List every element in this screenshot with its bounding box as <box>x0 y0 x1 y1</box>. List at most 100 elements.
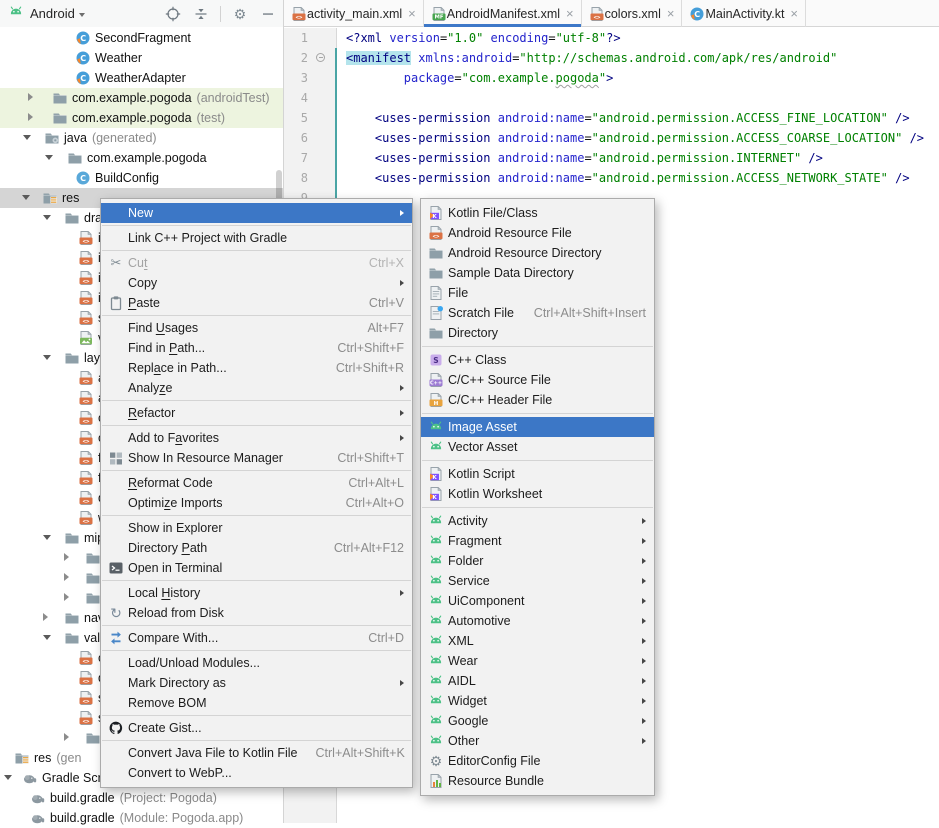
chevron-collapsed-icon[interactable] <box>28 113 33 121</box>
tree-row-build-gradle-38[interactable]: build.gradle(Project: Pogoda) <box>0 788 283 808</box>
submenu-item-other[interactable]: Other <box>421 731 654 751</box>
tab-colors-xml[interactable]: <>colors.xml× <box>582 0 683 27</box>
close-icon[interactable]: × <box>790 7 798 20</box>
context-menu-item-optimize-imports[interactable]: Optimize ImportsCtrl+Alt+O <box>101 493 412 513</box>
tree-row-com-example-pogoda-3[interactable]: com.example.pogoda(androidTest) <box>0 88 283 108</box>
close-icon[interactable]: × <box>667 7 675 20</box>
submenu-item-kotlin-worksheet[interactable]: KKotlin Worksheet <box>421 484 654 504</box>
context-menu-item-cut[interactable]: ✂CutCtrl+X <box>101 253 412 273</box>
close-icon[interactable]: × <box>566 7 574 20</box>
submenu-item-service[interactable]: Service <box>421 571 654 591</box>
collapse-all-icon[interactable] <box>192 5 210 23</box>
chevron-expanded-icon[interactable] <box>43 635 51 640</box>
submenu-item-android-resource-directory[interactable]: Android Resource Directory <box>421 243 654 263</box>
context-menu-item-replace-in-path[interactable]: Replace in Path...Ctrl+Shift+R <box>101 358 412 378</box>
context-menu-item-directory-path[interactable]: Directory PathCtrl+Alt+F12 <box>101 538 412 558</box>
context-menu-item-link-c-project-with-gradle[interactable]: Link C++ Project with Gradle <box>101 228 412 248</box>
chevron-expanded-icon[interactable] <box>43 215 51 220</box>
tree-row-build-gradle-39[interactable]: build.gradle(Module: Pogoda.app) <box>0 808 283 828</box>
context-menu-item-find-in-path[interactable]: Find in Path...Ctrl+Shift+F <box>101 338 412 358</box>
submenu-item-c-class[interactable]: SC++ Class <box>421 350 654 370</box>
submenu-item-directory[interactable]: Directory <box>421 323 654 343</box>
submenu-item-google[interactable]: Google <box>421 711 654 731</box>
xml-file-icon: <> <box>78 250 94 266</box>
submenu-item-file[interactable]: File <box>421 283 654 303</box>
chevron-expanded-icon[interactable] <box>45 155 53 160</box>
submenu-item-folder[interactable]: Folder <box>421 551 654 571</box>
submenu-item-xml[interactable]: XML <box>421 631 654 651</box>
tree-row-weather-1[interactable]: CWeather <box>0 48 283 68</box>
folder-icon <box>64 210 80 226</box>
hide-panel-icon[interactable] <box>259 5 277 23</box>
menu-separator <box>102 740 411 741</box>
context-menu-item-new[interactable]: New <box>101 203 412 223</box>
submenu-item-vector-asset[interactable]: Vector Asset <box>421 437 654 457</box>
chevron-collapsed-icon[interactable] <box>64 733 69 741</box>
context-menu-item-convert-java-file-to-kotlin-file[interactable]: Convert Java File to Kotlin FileCtrl+Alt… <box>101 743 412 763</box>
submenu-item-c-c-header-file[interactable]: HC/C++ Header File <box>421 390 654 410</box>
android-icon <box>428 733 444 749</box>
submenu-item-resource-bundle[interactable]: Resource Bundle <box>421 771 654 791</box>
tree-row-java-5[interactable]: java(generated) <box>0 128 283 148</box>
context-menu-item-mark-directory-as[interactable]: Mark Directory as <box>101 673 412 693</box>
fold-marker-icon[interactable] <box>316 53 325 62</box>
submenu-item-automotive[interactable]: Automotive <box>421 611 654 631</box>
chevron-collapsed-icon[interactable] <box>43 613 48 621</box>
submenu-item-activity[interactable]: Activity <box>421 511 654 531</box>
tab-activity-main-xml[interactable]: <>activity_main.xml× <box>284 0 424 27</box>
context-menu-item-local-history[interactable]: Local History <box>101 583 412 603</box>
chevron-expanded-icon[interactable] <box>43 355 51 360</box>
tree-row-secondfragment-0[interactable]: CSecondFragment <box>0 28 283 48</box>
context-menu-item-reload-from-disk[interactable]: ↻Reload from Disk <box>101 603 412 623</box>
chevron-down-icon[interactable] <box>79 13 85 17</box>
submenu-item-widget[interactable]: Widget <box>421 691 654 711</box>
project-view-selector[interactable]: Android <box>30 6 75 21</box>
tree-row-com-example-pogoda-6[interactable]: com.example.pogoda <box>0 148 283 168</box>
submenu-item-c-c-source-file[interactable]: C++C/C++ Source File <box>421 370 654 390</box>
context-menu-item-remove-bom[interactable]: Remove BOM <box>101 693 412 713</box>
context-menu-item-compare-with[interactable]: Compare With...Ctrl+D <box>101 628 412 648</box>
context-menu-item-show-in-resource-manager[interactable]: Show In Resource ManagerCtrl+Shift+T <box>101 448 412 468</box>
menu-item-label: Add to Favorites <box>128 431 392 445</box>
chevron-collapsed-icon[interactable] <box>64 573 69 581</box>
tree-row-com-example-pogoda-4[interactable]: com.example.pogoda(test) <box>0 108 283 128</box>
tree-row-weatheradapter-2[interactable]: CWeatherAdapter <box>0 68 283 88</box>
context-menu-item-reformat-code[interactable]: Reformat CodeCtrl+Alt+L <box>101 473 412 493</box>
context-menu-item-refactor[interactable]: Refactor <box>101 403 412 423</box>
chevron-expanded-icon[interactable] <box>22 195 30 200</box>
chevron-collapsed-icon[interactable] <box>28 93 33 101</box>
chevron-collapsed-icon[interactable] <box>64 593 69 601</box>
submenu-item-wear[interactable]: Wear <box>421 651 654 671</box>
context-menu-item-load-unload-modules[interactable]: Load/Unload Modules... <box>101 653 412 673</box>
submenu-item-kotlin-file-class[interactable]: KKotlin File/Class <box>421 203 654 223</box>
context-menu-item-show-in-explorer[interactable]: Show in Explorer <box>101 518 412 538</box>
tab-androidmanifest-xml[interactable]: MFAndroidManifest.xml× <box>424 0 582 27</box>
context-menu-item-create-gist[interactable]: Create Gist... <box>101 718 412 738</box>
close-icon[interactable]: × <box>408 7 416 20</box>
submenu-item-kotlin-script[interactable]: KKotlin Script <box>421 464 654 484</box>
context-menu-item-convert-to-webp[interactable]: Convert to WebP... <box>101 763 412 783</box>
context-menu-item-open-in-terminal[interactable]: Open in Terminal <box>101 558 412 578</box>
context-menu-item-add-to-favorites[interactable]: Add to Favorites <box>101 428 412 448</box>
context-menu-item-analyze[interactable]: Analyze <box>101 378 412 398</box>
submenu-item-android-resource-file[interactable]: <>Android Resource File <box>421 223 654 243</box>
chevron-expanded-icon[interactable] <box>23 135 31 140</box>
gear-icon[interactable]: ⚙ <box>231 5 249 23</box>
submenu-item-image-asset[interactable]: Image Asset <box>421 417 654 437</box>
svg-text:K: K <box>432 214 437 220</box>
context-menu-item-find-usages[interactable]: Find UsagesAlt+F7 <box>101 318 412 338</box>
tree-row-buildconfig-7[interactable]: CBuildConfig <box>0 168 283 188</box>
chevron-expanded-icon[interactable] <box>4 775 12 780</box>
submenu-item-sample-data-directory[interactable]: Sample Data Directory <box>421 263 654 283</box>
locate-file-icon[interactable] <box>164 5 182 23</box>
context-menu-item-copy[interactable]: Copy <box>101 273 412 293</box>
submenu-item-aidl[interactable]: AIDL <box>421 671 654 691</box>
submenu-item-fragment[interactable]: Fragment <box>421 531 654 551</box>
submenu-item-uicomponent[interactable]: UiComponent <box>421 591 654 611</box>
context-menu-item-paste[interactable]: PasteCtrl+V <box>101 293 412 313</box>
submenu-item-scratch-file[interactable]: Scratch FileCtrl+Alt+Shift+Insert <box>421 303 654 323</box>
submenu-item-editorconfig-file[interactable]: ⚙EditorConfig File <box>421 751 654 771</box>
tab-mainactivity-kt[interactable]: CMainActivity.kt× <box>682 0 806 27</box>
chevron-expanded-icon[interactable] <box>43 535 51 540</box>
chevron-collapsed-icon[interactable] <box>64 553 69 561</box>
